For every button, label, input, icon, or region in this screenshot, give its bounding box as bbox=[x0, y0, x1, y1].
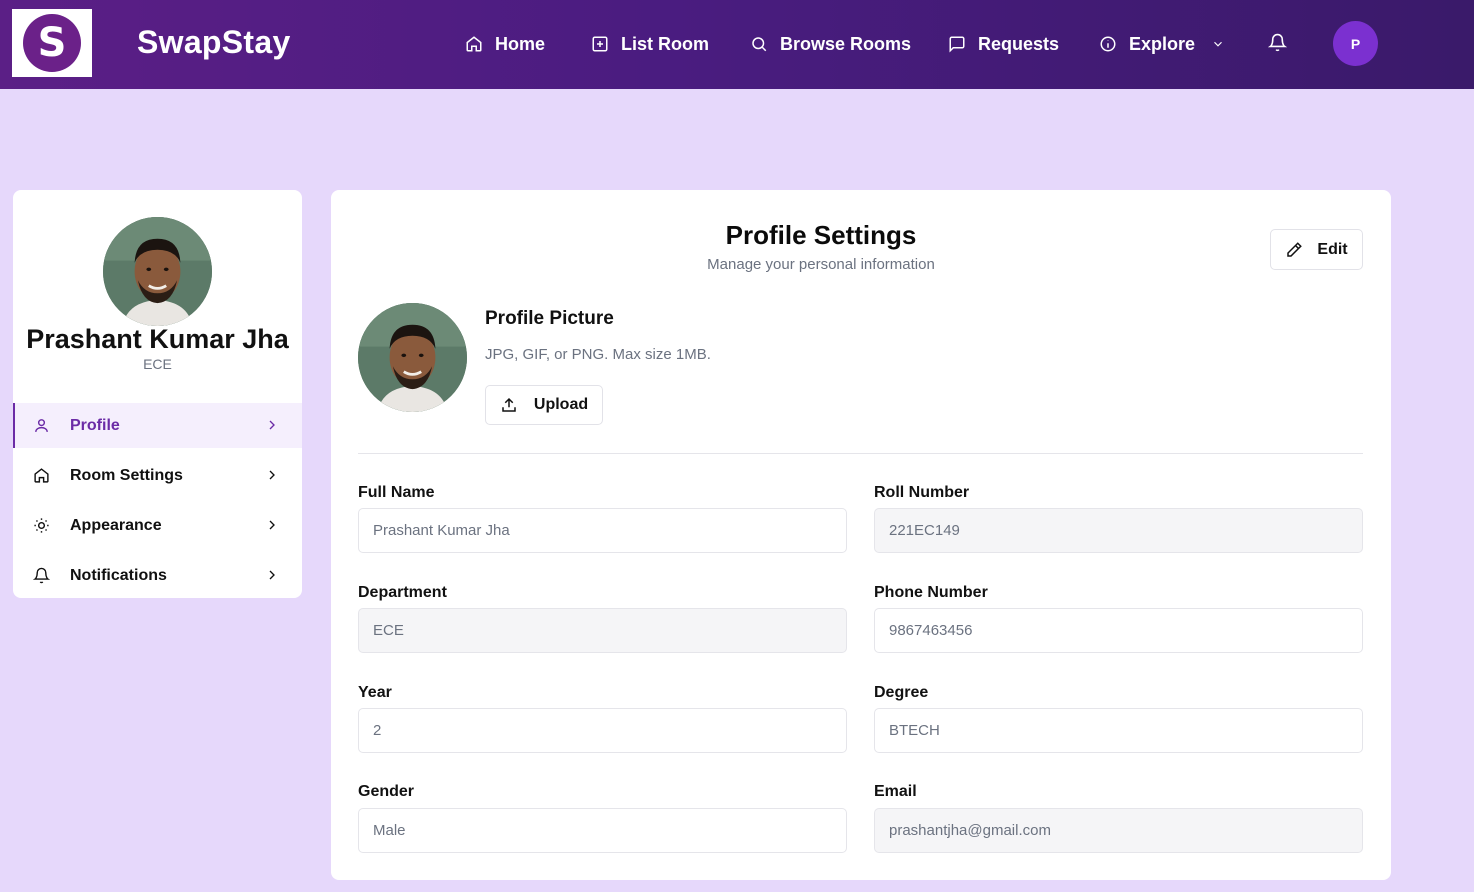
sidebar-profile-photo bbox=[103, 217, 212, 326]
nav-requests[interactable]: Requests bbox=[948, 30, 1059, 58]
home-icon bbox=[33, 467, 50, 484]
chevron-right-icon bbox=[264, 567, 280, 583]
nav-home-label: Home bbox=[495, 33, 546, 54]
profile-sidebar: Prashant Kumar Jha ECE Profile Room Sett… bbox=[13, 190, 302, 598]
person-photo-icon bbox=[103, 217, 212, 326]
nav-browse-rooms[interactable]: Browse Rooms bbox=[750, 30, 911, 58]
bell-icon bbox=[33, 567, 50, 584]
year-field[interactable]: 2 bbox=[358, 708, 847, 753]
top-nav-bar: S SwapStay Home List Room Browse Rooms R… bbox=[0, 0, 1474, 89]
sidebar-item-room-settings[interactable]: Room Settings bbox=[13, 453, 302, 498]
logo[interactable]: S bbox=[12, 9, 92, 77]
degree-label: Degree bbox=[874, 684, 929, 701]
gender-label: Gender bbox=[358, 783, 415, 800]
full-name-label: Full Name bbox=[358, 484, 435, 501]
pencil-icon bbox=[1287, 241, 1303, 257]
profile-settings-card: Profile Settings Manage your personal in… bbox=[331, 190, 1391, 880]
page-title: Profile Settings bbox=[725, 220, 917, 250]
plus-square-icon bbox=[592, 36, 608, 52]
gender-field[interactable]: Male bbox=[358, 808, 847, 853]
email-label: Email bbox=[874, 783, 917, 800]
nav-list-room-label: List Room bbox=[621, 33, 709, 54]
nav-list-room[interactable]: List Room bbox=[591, 30, 709, 58]
department-field: ECE bbox=[358, 608, 847, 653]
email-field: prashantjha@gmail.com bbox=[874, 808, 1363, 853]
logo-letter: S bbox=[23, 14, 81, 72]
nav-explore-label: Explore bbox=[1129, 33, 1196, 54]
profile-picture bbox=[358, 303, 467, 412]
upload-icon bbox=[502, 397, 516, 412]
sidebar-item-label: Room Settings bbox=[70, 466, 183, 484]
phone-number-field[interactable]: 9867463456 bbox=[874, 608, 1363, 653]
sidebar-item-label: Notifications bbox=[70, 566, 167, 584]
degree-field[interactable]: BTECH bbox=[874, 708, 1363, 753]
user-avatar[interactable]: P bbox=[1333, 21, 1378, 66]
edit-button[interactable]: Edit bbox=[1270, 229, 1363, 270]
roll-number-field: 221EC149 bbox=[874, 508, 1363, 553]
department-label: Department bbox=[358, 584, 447, 601]
section-divider bbox=[358, 453, 1363, 454]
upload-button[interactable]: Upload bbox=[485, 385, 603, 425]
sidebar-user-department: ECE bbox=[143, 356, 172, 372]
sidebar-item-label: Appearance bbox=[70, 516, 162, 534]
notification-bell[interactable] bbox=[1267, 33, 1288, 57]
home-icon bbox=[466, 36, 482, 52]
sun-icon bbox=[33, 517, 50, 534]
page-subtitle: Manage your personal information bbox=[707, 256, 935, 273]
info-icon bbox=[1100, 36, 1116, 52]
profile-picture-hint: JPG, GIF, or PNG. Max size 1MB. bbox=[485, 346, 711, 363]
full-name-field[interactable]: Prashant Kumar Jha bbox=[358, 508, 847, 553]
search-icon bbox=[752, 37, 767, 52]
message-icon bbox=[949, 36, 965, 53]
phone-number-label: Phone Number bbox=[874, 584, 988, 601]
brand-name[interactable]: SwapStay bbox=[137, 24, 291, 61]
sidebar-user-name: Prashant Kumar Jha bbox=[26, 324, 289, 354]
profile-picture-title: Profile Picture bbox=[485, 308, 614, 329]
user-icon bbox=[33, 417, 50, 434]
nav-requests-label: Requests bbox=[978, 33, 1060, 54]
sidebar-item-profile[interactable]: Profile bbox=[13, 403, 302, 448]
nav-browse-rooms-label: Browse Rooms bbox=[780, 33, 912, 54]
sidebar-item-label: Profile bbox=[70, 416, 120, 434]
year-label: Year bbox=[358, 684, 392, 701]
person-photo-icon bbox=[358, 303, 467, 412]
chevron-down-icon[interactable] bbox=[1211, 37, 1225, 51]
sidebar-item-appearance[interactable]: Appearance bbox=[13, 503, 302, 548]
nav-explore[interactable]: Explore bbox=[1099, 30, 1225, 58]
chevron-right-icon bbox=[264, 417, 280, 433]
nav-home[interactable]: Home bbox=[465, 30, 545, 58]
sidebar-item-notifications[interactable]: Notifications bbox=[13, 553, 302, 598]
chevron-right-icon bbox=[264, 517, 280, 533]
bell-icon bbox=[1267, 33, 1288, 52]
roll-number-label: Roll Number bbox=[874, 484, 970, 501]
upload-button-label: Upload bbox=[533, 396, 589, 413]
edit-button-label: Edit bbox=[1317, 240, 1348, 258]
chevron-right-icon bbox=[264, 467, 280, 483]
